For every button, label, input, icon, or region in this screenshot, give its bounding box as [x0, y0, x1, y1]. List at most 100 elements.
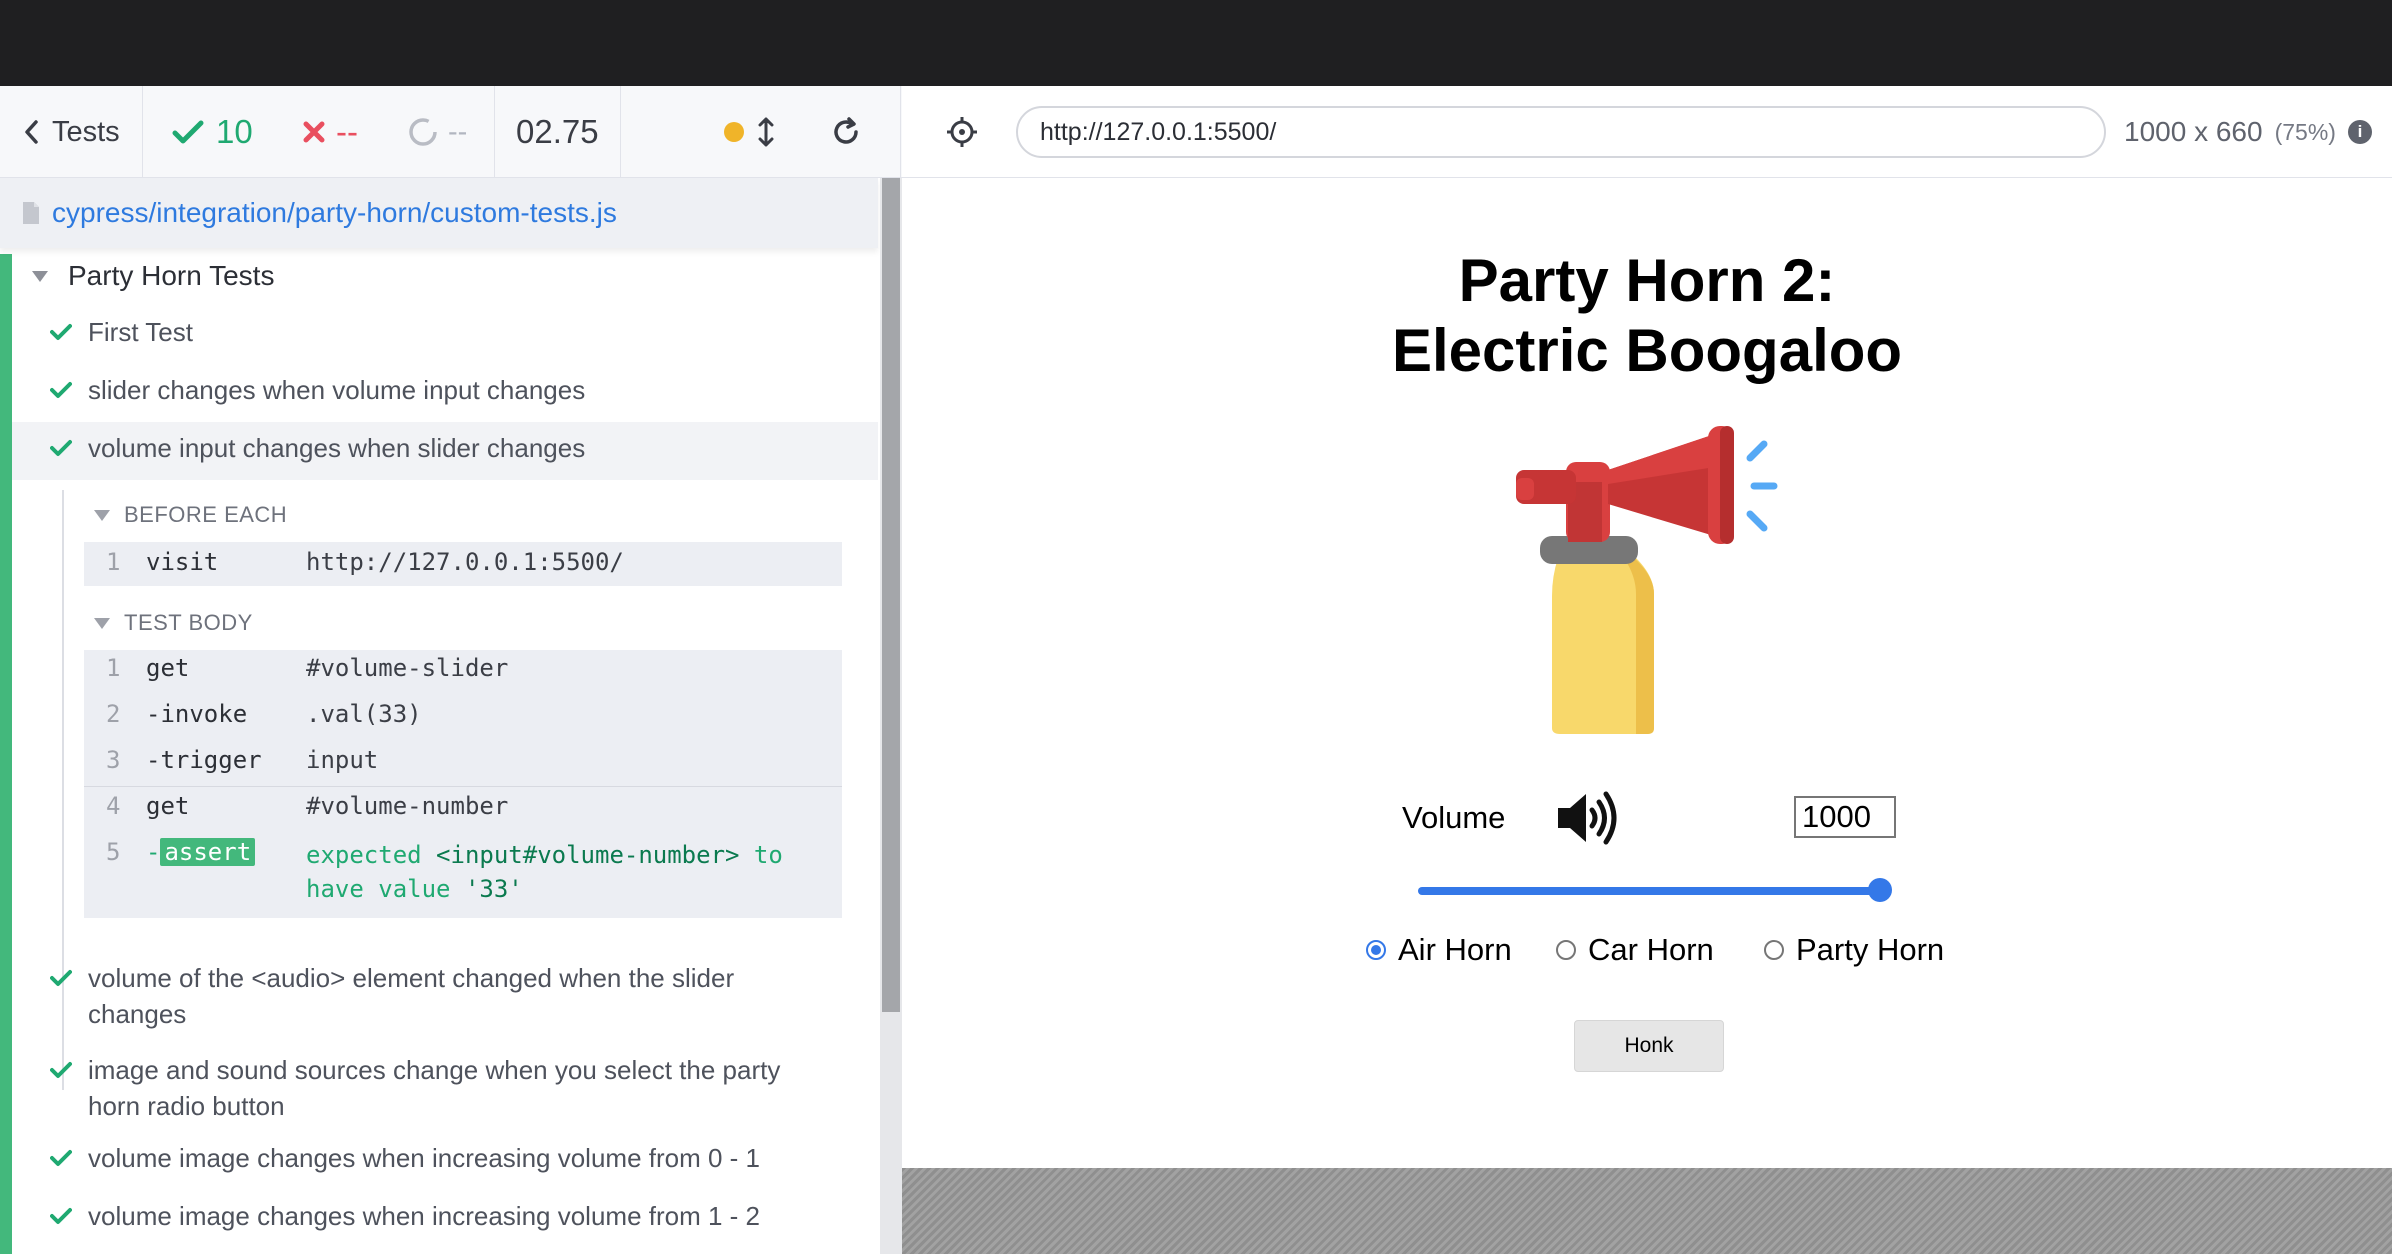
- pending-count: --: [408, 86, 467, 178]
- command-prefix: -: [146, 838, 161, 866]
- title-line-2: Electric Boogaloo: [1391, 317, 1903, 384]
- command-number: 3: [106, 746, 121, 774]
- command-message: #volume-number: [306, 792, 509, 820]
- url-bar[interactable]: http://127.0.0.1:5500/: [1016, 106, 2106, 158]
- command-message: input: [306, 746, 379, 774]
- scrollbar[interactable]: [880, 178, 902, 1254]
- passed-count-value: 10: [216, 113, 253, 150]
- check-icon: [172, 120, 204, 144]
- info-icon[interactable]: i: [2347, 120, 2372, 144]
- passed-count: 10: [172, 86, 253, 178]
- divider: [900, 86, 901, 178]
- command-number: 1: [106, 548, 121, 576]
- radio-button[interactable]: [1556, 940, 1576, 960]
- command-name: -invoke: [146, 700, 248, 728]
- volume-controls: Volume 1000: [902, 788, 2392, 848]
- honk-button[interactable]: Honk: [1574, 1020, 1724, 1072]
- test-row[interactable]: volume image changes when increasing vol…: [50, 1140, 760, 1176]
- spec-file-path[interactable]: cypress/integration/party-horn/custom-te…: [52, 197, 617, 229]
- run-duration: 02.75: [516, 113, 599, 150]
- radio-button[interactable]: [1764, 940, 1784, 960]
- command-message: #volume-slider: [306, 654, 509, 682]
- assert-value: '33': [464, 875, 523, 903]
- hook-before-each[interactable]: BEFORE EACH: [94, 502, 287, 528]
- command-number: 4: [106, 792, 121, 820]
- radio-car-horn[interactable]: Car Horn: [1556, 932, 1714, 968]
- suite-status-bar: [0, 254, 12, 1254]
- spec-file-header[interactable]: cypress/integration/party-horn/custom-te…: [0, 178, 878, 248]
- command-log: cypress/integration/party-horn/custom-te…: [0, 178, 902, 1254]
- radio-label: Air Horn: [1398, 932, 1512, 967]
- command-message: http://127.0.0.1:5500/: [306, 548, 624, 576]
- test-title: volume image changes when increasing vol…: [88, 1143, 761, 1173]
- aut-background-pattern: [902, 1168, 2392, 1254]
- test-row[interactable]: image and sound sources change when you …: [50, 1052, 790, 1124]
- radio-label: Car Horn: [1588, 932, 1714, 967]
- hook-title: BEFORE EACH: [124, 502, 288, 527]
- command-row[interactable]: 2 -invoke .val(33): [84, 700, 842, 732]
- file-icon: [23, 202, 39, 224]
- check-icon: [50, 430, 72, 466]
- failed-count: --: [302, 86, 358, 178]
- test-row[interactable]: slider changes when volume input changes: [50, 372, 585, 408]
- test-title: First Test: [88, 317, 193, 347]
- check-icon: [50, 960, 72, 996]
- volume-high-icon: [1558, 791, 1617, 845]
- check-icon: [50, 314, 72, 350]
- command-row[interactable]: 4 get #volume-number: [84, 792, 842, 824]
- chevron-left-icon: [25, 120, 38, 144]
- spinner-icon: [409, 118, 437, 146]
- command-row-assert[interactable]: 5 - assert expected <input#volume-number>…: [84, 838, 842, 910]
- suite-title[interactable]: Party Horn Tests: [32, 256, 274, 296]
- reload-icon: [834, 117, 858, 144]
- triangle-down-icon: [94, 509, 110, 521]
- command-row[interactable]: 1 get #volume-slider: [84, 654, 842, 686]
- air-horn-image: [1516, 426, 1778, 734]
- command-name: visit: [146, 548, 219, 576]
- failed-count-value: --: [336, 113, 358, 150]
- running-dot-icon: [724, 122, 744, 142]
- command-number: 1: [106, 654, 121, 682]
- run-status-controls: [724, 86, 774, 178]
- command-number: 5: [106, 838, 121, 866]
- command-row[interactable]: 1 visit http://127.0.0.1:5500/: [84, 548, 842, 580]
- crosshair-icon: [947, 117, 977, 147]
- divider: [494, 86, 495, 178]
- window-top-bar: [0, 0, 2392, 86]
- test-row[interactable]: volume image changes when increasing vol…: [50, 1198, 760, 1234]
- hook-test-body[interactable]: TEST BODY: [94, 610, 253, 636]
- command-message: .val(33): [306, 700, 422, 728]
- aut-toolbar: http://127.0.0.1:5500/ 1000 x 660 (75%) …: [902, 86, 2392, 178]
- title-line-1: Party Horn 2:: [1458, 247, 1836, 314]
- cypress-runner: Tests 10 -- -- 02.75 http://127.0.0.1:55…: [0, 0, 2392, 1254]
- scrollbar-thumb[interactable]: [882, 178, 900, 1012]
- volume-slider[interactable]: [1418, 876, 1892, 906]
- viewport-info: 1000 x 660 (75%) i: [2124, 112, 2372, 152]
- command-message: expected <input#volume-number> to have va…: [306, 838, 826, 906]
- selector-playground-button[interactable]: [946, 116, 978, 148]
- tests-label: Tests: [52, 115, 120, 148]
- viewport-scale: (75%): [2274, 118, 2336, 145]
- radio-air-horn[interactable]: Air Horn: [1366, 932, 1512, 968]
- test-row[interactable]: First Test: [50, 314, 193, 350]
- test-row[interactable]: volume of the <audio> element changed wh…: [50, 960, 790, 1032]
- test-title: volume image changes when increasing vol…: [88, 1201, 761, 1231]
- url-text: http://127.0.0.1:5500/: [1040, 117, 1277, 146]
- radio-button-checked[interactable]: [1366, 940, 1386, 960]
- tests-back-button[interactable]: Tests: [22, 86, 120, 178]
- command-row[interactable]: 3 -trigger input: [84, 746, 842, 778]
- page-title: Party Horn 2: Electric Boogaloo: [902, 246, 2392, 386]
- reload-button[interactable]: [830, 86, 862, 178]
- assert-text: have value: [306, 875, 465, 903]
- command-name: -trigger: [146, 746, 262, 774]
- test-row[interactable]: volume input changes when slider changes: [50, 430, 585, 466]
- resize-icon[interactable]: [758, 117, 774, 147]
- slider-thumb[interactable]: [1868, 878, 1892, 902]
- viewport-size: 1000 x 660: [2124, 116, 2263, 147]
- assert-text: expected: [306, 841, 437, 869]
- reporter-toolbar: Tests 10 -- -- 02.75: [0, 86, 902, 178]
- command-name: get: [146, 792, 190, 820]
- volume-number-input[interactable]: 1000: [1794, 796, 1896, 838]
- radio-party-horn[interactable]: Party Horn: [1764, 932, 1944, 968]
- check-icon: [50, 372, 72, 408]
